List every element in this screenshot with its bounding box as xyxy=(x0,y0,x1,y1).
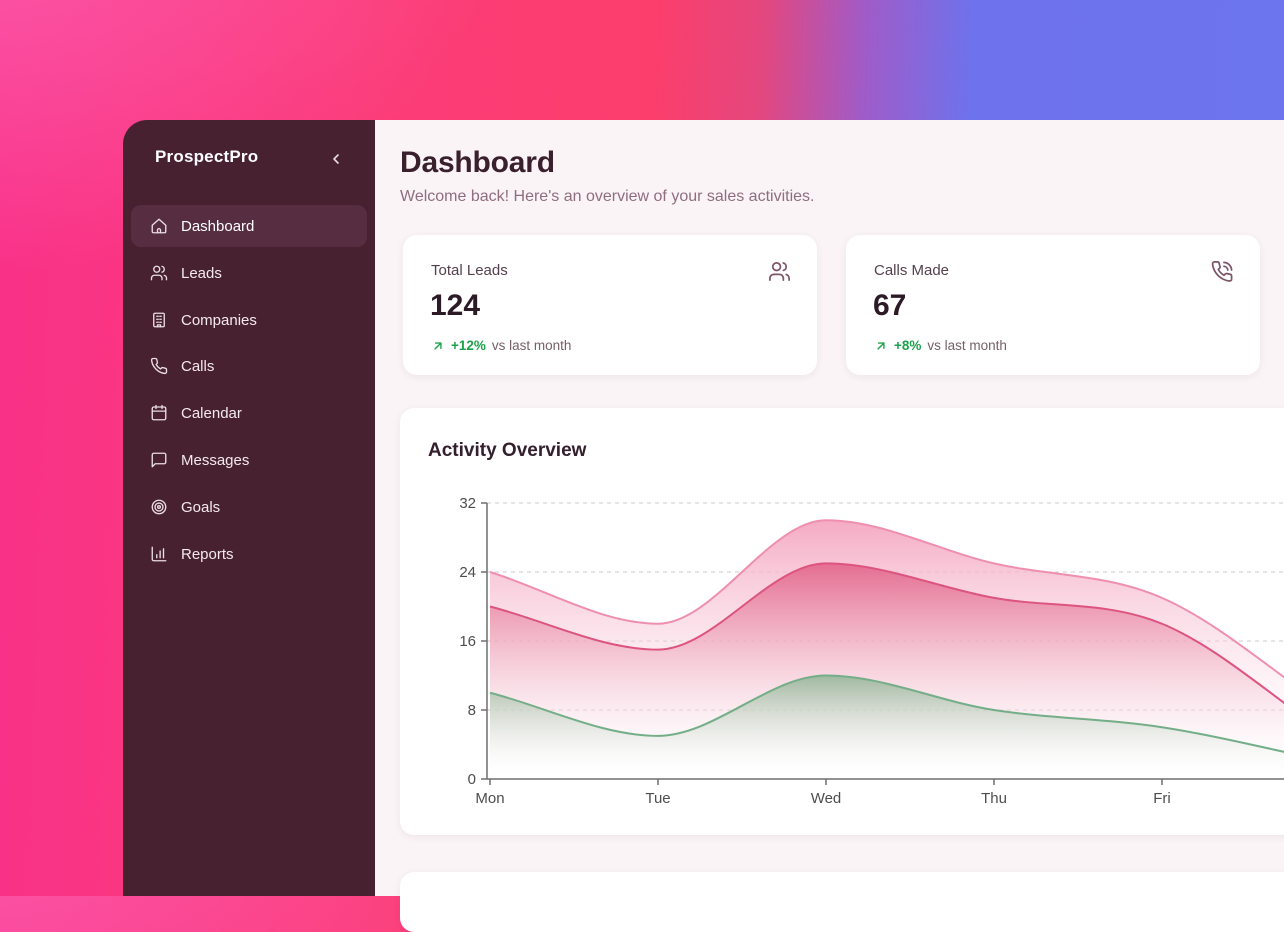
y-tick-label: 16 xyxy=(459,633,476,650)
sidebar-item-label: Dashboard xyxy=(181,218,254,235)
trend-percent: +12% xyxy=(451,338,486,353)
arrow-up-right-icon xyxy=(431,339,445,353)
stat-label: Total Leads xyxy=(431,262,508,279)
stat-label: Calls Made xyxy=(874,262,949,279)
stat-value: 67 xyxy=(873,289,906,323)
chevron-left-icon xyxy=(328,151,344,167)
sidebar-item-leads[interactable]: Leads xyxy=(131,252,367,294)
sidebar-item-label: Leads xyxy=(181,265,222,282)
building-icon xyxy=(150,311,168,329)
sidebar-item-messages[interactable]: Messages xyxy=(131,439,367,481)
stat-value: 124 xyxy=(430,289,480,323)
sidebar-item-label: Reports xyxy=(181,546,234,563)
sidebar-item-calls[interactable]: Calls xyxy=(131,345,367,387)
home-icon xyxy=(150,217,168,235)
x-tick-label: Thu xyxy=(981,790,1007,807)
bar-chart-icon xyxy=(150,545,168,563)
x-tick-label: Fri xyxy=(1153,790,1171,807)
users-icon xyxy=(768,260,791,288)
arrow-up-right-icon xyxy=(874,339,888,353)
stat-trend: +12% vs last month xyxy=(431,338,571,353)
sidebar-item-companies[interactable]: Companies xyxy=(131,299,367,341)
y-tick-label: 0 xyxy=(468,771,476,788)
x-tick-label: Mon xyxy=(475,790,504,807)
trend-percent: +8% xyxy=(894,338,921,353)
sidebar-collapse-button[interactable] xyxy=(323,147,349,171)
page-subtitle: Welcome back! Here's an overview of your… xyxy=(400,188,814,206)
bottom-card-partial xyxy=(400,872,1284,932)
stat-trend: +8% vs last month xyxy=(874,338,1007,353)
sidebar-item-goals[interactable]: Goals xyxy=(131,486,367,528)
target-icon xyxy=(150,498,168,516)
sidebar-item-label: Goals xyxy=(181,499,220,516)
page-title: Dashboard xyxy=(400,146,555,180)
activity-chart: 0 8 16 24 32 Mon Tue Wed Thu Fri xyxy=(400,408,1284,835)
calendar-icon xyxy=(150,404,168,422)
trend-suffix: vs last month xyxy=(492,338,572,353)
app-brand: ProspectPro xyxy=(155,147,258,167)
phone-call-icon xyxy=(1211,260,1234,288)
sidebar-item-label: Calendar xyxy=(181,405,242,422)
stat-card-calls-made: Calls Made 67 +8% vs last month xyxy=(846,235,1260,375)
sidebar-item-calendar[interactable]: Calendar xyxy=(131,392,367,434)
trend-suffix: vs last month xyxy=(927,338,1007,353)
x-tick-label: Tue xyxy=(645,790,670,807)
x-tick-label: Wed xyxy=(811,790,842,807)
y-tick-label: 32 xyxy=(459,495,476,512)
y-tick-label: 8 xyxy=(468,702,476,719)
stat-card-total-leads: Total Leads 124 +12% vs last month xyxy=(403,235,817,375)
sidebar-item-label: Calls xyxy=(181,358,214,375)
users-icon xyxy=(150,264,168,282)
sidebar-item-reports[interactable]: Reports xyxy=(131,533,367,575)
y-tick-label: 24 xyxy=(459,564,476,581)
sidebar-item-label: Companies xyxy=(181,312,257,329)
sidebar-item-dashboard[interactable]: Dashboard xyxy=(131,205,367,247)
message-square-icon xyxy=(150,451,168,469)
phone-icon xyxy=(150,357,168,375)
sidebar-item-label: Messages xyxy=(181,452,249,469)
